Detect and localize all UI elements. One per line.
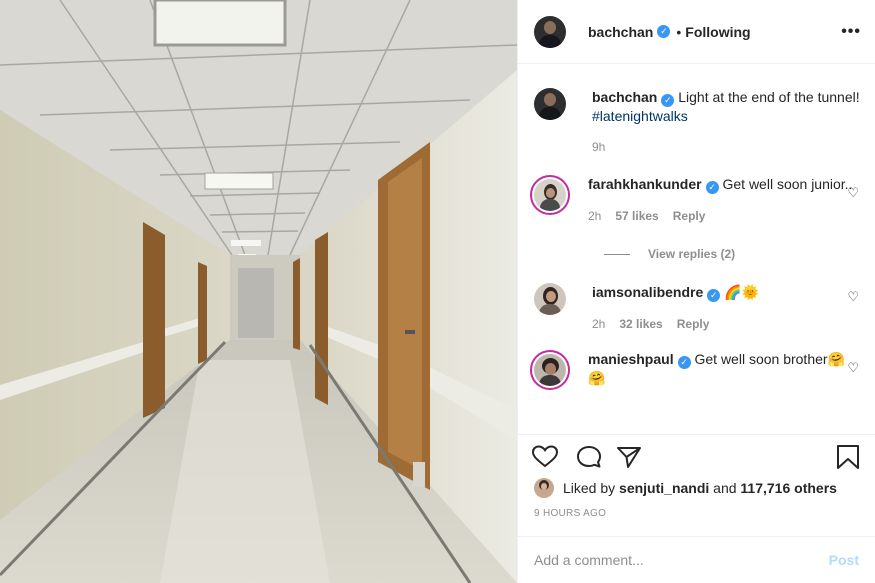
comments-list[interactable]: bachchan ✓ Light at the end of the tunnel…	[518, 64, 875, 434]
avatar-body	[539, 304, 561, 315]
avatar-body	[539, 34, 561, 48]
comment-meta: 2h 32 likes Reply	[592, 315, 759, 333]
post-photo[interactable]	[0, 0, 517, 583]
avatar-face	[545, 363, 556, 375]
post-timestamp[interactable]: 9 HOURS AGO	[534, 508, 606, 519]
avatar-face	[546, 291, 556, 302]
instagram-post: bachchan ✓ • Following ••• bachchan ✓ Lig…	[0, 0, 875, 583]
comment-avatar[interactable]	[534, 283, 566, 315]
caption-avatar[interactable]	[534, 88, 566, 120]
post-side-panel: bachchan ✓ • Following ••• bachchan ✓ Lig…	[517, 0, 875, 583]
comment-row: iamsonalibendre ✓ 🌈🌞 2h 32 likes Reply ♡	[534, 283, 861, 333]
caption-avatar-face	[544, 93, 556, 106]
comment-avatar	[534, 354, 566, 386]
add-comment-input[interactable]	[534, 552, 821, 568]
add-comment-bar: Post	[518, 536, 875, 583]
avatar-face	[544, 20, 556, 34]
caption-avatar-body	[539, 107, 561, 120]
header-separator: •	[676, 23, 682, 40]
comment-row: farahkhankunder ✓ Get well soon junior.. …	[530, 175, 861, 225]
author-username[interactable]: bachchan	[588, 24, 653, 40]
reply-button[interactable]: Reply	[673, 209, 706, 223]
caption-hashtag[interactable]: #latenightwalks	[592, 108, 688, 124]
reply-button[interactable]: Reply	[677, 317, 710, 331]
view-replies[interactable]: View replies (2)	[604, 247, 861, 261]
comment-username[interactable]: farahkhankunder	[588, 176, 702, 192]
following-button[interactable]: Following	[685, 24, 750, 40]
story-ring[interactable]	[530, 175, 570, 215]
avatar-face	[546, 188, 555, 198]
likes-count[interactable]: 117,716 others	[740, 480, 837, 496]
caption-username[interactable]: bachchan	[592, 89, 657, 105]
avatar-face	[541, 483, 547, 490]
post-comment-button[interactable]: Post	[829, 552, 859, 568]
comment-like-heart-icon[interactable]: ♡	[847, 289, 859, 305]
post-header: bachchan ✓ • Following •••	[518, 0, 875, 64]
avatar-body	[539, 375, 561, 386]
story-ring[interactable]	[530, 350, 570, 390]
post-actions-bar	[518, 434, 875, 478]
comment-body: 🌈🌞	[724, 284, 760, 300]
comment-age[interactable]: 2h	[592, 317, 605, 331]
verified-badge-icon: ✓	[705, 181, 719, 194]
caption-age[interactable]: 9h	[592, 140, 605, 154]
comment-bubble-icon[interactable]	[576, 445, 602, 469]
likes-summary: Liked by senjuti_nandi and 117,716 other…	[534, 478, 865, 498]
author-avatar[interactable]	[534, 15, 566, 48]
share-direct-icon[interactable]	[616, 445, 642, 469]
replies-divider	[604, 253, 630, 255]
caption-body: Light at the end of the tunnel!	[678, 89, 860, 105]
corridor-image	[0, 0, 517, 583]
comment-body: Get well soon junior..	[722, 176, 853, 192]
verified-badge-icon: ✓	[677, 356, 691, 369]
more-options-icon[interactable]: •••	[841, 23, 861, 41]
comment-age[interactable]: 2h	[588, 209, 601, 223]
verified-badge-icon: ✓	[707, 289, 721, 302]
liker-username[interactable]: senjuti_nandi	[619, 480, 709, 496]
comment-row: manieshpaul ✓ Get well soon brother🤗🤗 ♡	[530, 350, 861, 390]
verified-badge-icon: ✓	[657, 25, 671, 38]
comment-likes[interactable]: 57 likes	[615, 209, 658, 223]
comment-text: manieshpaul ✓ Get well soon brother🤗🤗	[588, 350, 861, 390]
comment-likes[interactable]: 32 likes	[619, 317, 662, 331]
like-heart-icon[interactable]	[532, 444, 558, 469]
comment-text: farahkhankunder ✓ Get well soon junior.. …	[588, 175, 852, 225]
comment-avatar	[534, 179, 566, 211]
comment-like-heart-icon[interactable]: ♡	[847, 360, 859, 376]
comment-text: iamsonalibendre ✓ 🌈🌞 2h 32 likes Reply	[592, 283, 759, 333]
liker-avatar[interactable]	[534, 478, 554, 498]
comment-like-heart-icon[interactable]: ♡	[847, 185, 859, 201]
comment-username[interactable]: iamsonalibendre	[592, 284, 703, 300]
comment-meta: 2h 57 likes Reply	[588, 207, 852, 225]
verified-badge-icon: ✓	[661, 94, 675, 107]
likes-prefix: Liked by	[563, 480, 616, 496]
caption-meta: 9h	[592, 138, 860, 156]
comment-username[interactable]: manieshpaul	[588, 351, 674, 367]
bookmark-save-icon[interactable]	[835, 444, 861, 470]
likes-conj: and	[713, 480, 737, 496]
avatar-body	[540, 199, 560, 211]
caption-row: bachchan ✓ Light at the end of the tunnel…	[534, 88, 861, 156]
view-replies-label[interactable]: View replies (2)	[648, 247, 735, 261]
caption-text: bachchan ✓ Light at the end of the tunnel…	[592, 88, 860, 156]
